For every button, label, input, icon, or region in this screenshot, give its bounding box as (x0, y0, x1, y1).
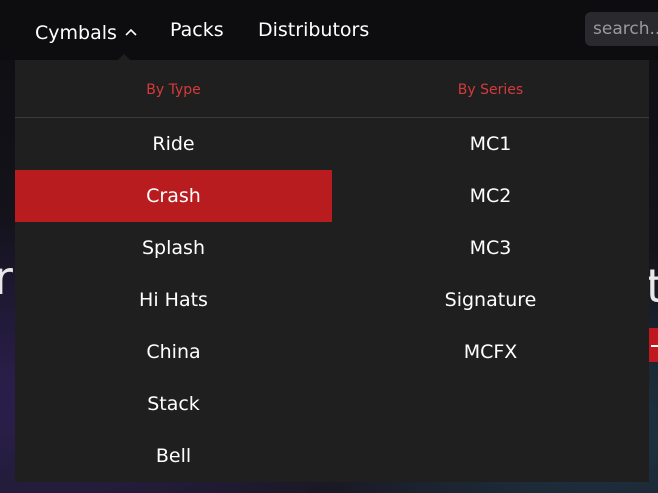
top-navbar: Cymbals Packs Distributors (0, 0, 658, 60)
hero-cta-dash-icon (651, 345, 658, 347)
menu-item-china[interactable]: China (15, 326, 332, 378)
nav-cymbals[interactable]: Cymbals (35, 18, 137, 45)
nav-distributors[interactable]: Distributors (258, 18, 369, 42)
nav-cymbals-label: Cymbals (35, 22, 117, 44)
search-input[interactable] (585, 12, 658, 46)
menu-item-splash[interactable]: Splash (15, 222, 332, 274)
by-type-header: By Type (146, 82, 201, 98)
page: r t Cymbals Packs Distributors By Type B… (0, 0, 658, 493)
menu-item-mcfx[interactable]: MCFX (332, 326, 649, 378)
menu-item-crash[interactable]: Crash (15, 170, 332, 222)
by-series-header: By Series (457, 82, 524, 98)
menu-item-mc3[interactable]: MC3 (332, 222, 649, 274)
dropdown-header-row: By Type By Series (15, 60, 649, 118)
chevron-up-icon (125, 18, 137, 42)
menu-item-ride[interactable]: Ride (15, 118, 332, 170)
menu-item-stack[interactable]: Stack (15, 378, 332, 430)
menu-item-bell[interactable]: Bell (15, 430, 332, 482)
hero-heading-fragment-left: r (0, 251, 13, 305)
cymbals-dropdown-menu: By Type By Series Ride Crash Splash Hi H… (15, 60, 649, 482)
hero-cta-button[interactable] (649, 328, 658, 362)
menu-item-hi-hats[interactable]: Hi Hats (15, 274, 332, 326)
by-type-column: Ride Crash Splash Hi Hats China Stack Be… (15, 118, 332, 482)
menu-item-mc1[interactable]: MC1 (332, 118, 649, 170)
menu-item-mc2[interactable]: MC2 (332, 170, 649, 222)
nav-packs[interactable]: Packs (170, 18, 224, 42)
by-series-column: MC1 MC2 MC3 Signature MCFX (332, 118, 649, 378)
menu-item-signature[interactable]: Signature (332, 274, 649, 326)
